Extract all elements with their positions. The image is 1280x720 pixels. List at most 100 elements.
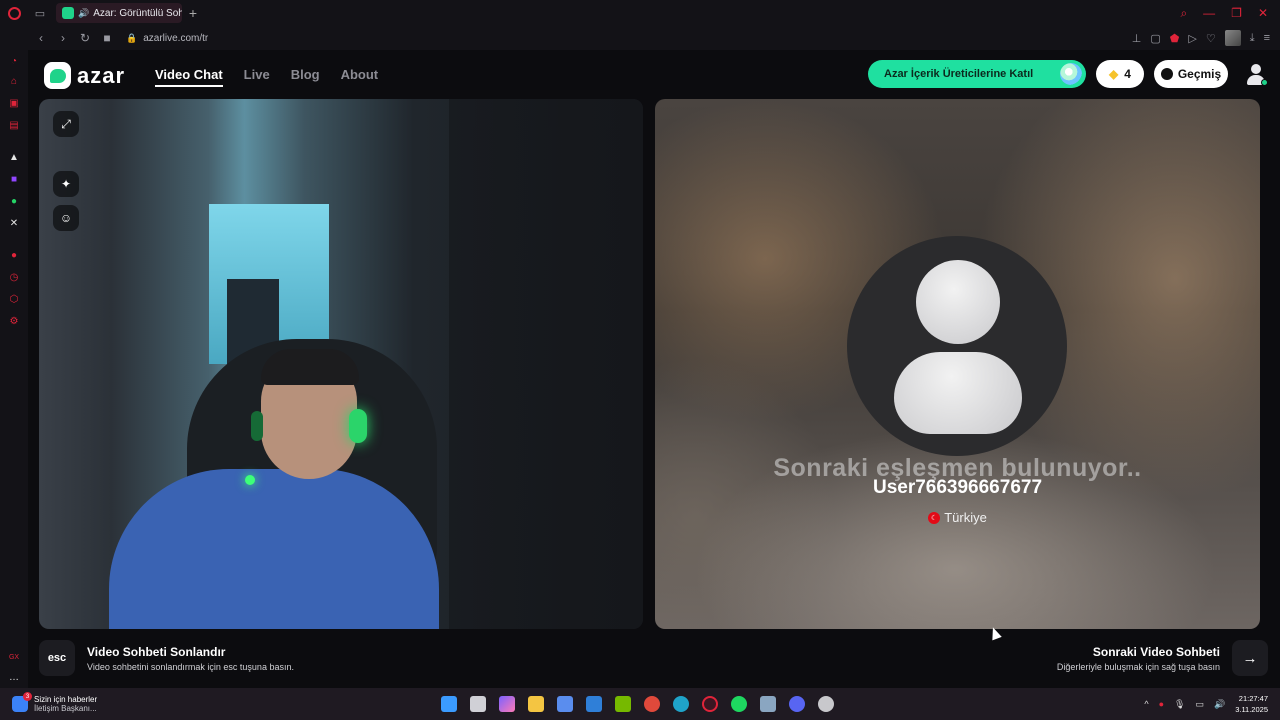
music-icon[interactable]: ● <box>7 248 21 262</box>
nav-about[interactable]: About <box>341 67 379 87</box>
header-actions: Azar İçerik Üreticilerine Katıl ◆ 4 Geçm… <box>868 60 1270 88</box>
nav-blog[interactable]: Blog <box>291 67 320 87</box>
video-scene-curtain <box>449 99 643 629</box>
camera-icon[interactable]: ■ <box>98 31 116 45</box>
new-tab-icon[interactable]: + <box>182 5 204 21</box>
profile-icon[interactable] <box>1242 60 1270 88</box>
main-nav: Video Chat Live Blog About <box>155 67 378 87</box>
nvidia-icon[interactable] <box>615 696 631 712</box>
history-button[interactable]: Geçmiş <box>1154 60 1228 88</box>
reload-icon[interactable]: ↻ <box>76 31 94 45</box>
minimize-icon[interactable]: — <box>1203 6 1215 21</box>
microphone-icon[interactable]: 🎙 <box>1174 699 1185 710</box>
video-scene-hair <box>261 349 359 385</box>
workspace-icon[interactable]: ▭ <box>28 0 52 26</box>
shield-icon[interactable]: ⬟ <box>1170 32 1180 45</box>
logo-text: azar <box>77 62 126 88</box>
play-icon[interactable]: ▷ <box>1188 32 1196 45</box>
browser-profile-icon[interactable] <box>1224 30 1241 46</box>
online-status-dot <box>1261 79 1268 86</box>
expand-icon[interactable]: ⤢ <box>53 111 79 137</box>
snapshot-icon[interactable]: ▢ <box>1150 32 1160 45</box>
opera-gx-icon[interactable] <box>702 696 718 712</box>
steam-icon[interactable] <box>760 696 776 712</box>
pin-icon[interactable]: ⊥ <box>1132 32 1142 45</box>
speaker-icon[interactable]: 🔊 <box>78 8 89 19</box>
news-title: Sizin için haberler <box>34 695 98 704</box>
download-icon[interactable]: ⤓ <box>1250 32 1255 45</box>
taskbar-apps <box>441 696 834 712</box>
bag-icon[interactable]: ⌂ <box>7 74 21 88</box>
discord-icon[interactable] <box>789 696 805 712</box>
opera-logo-icon[interactable] <box>0 0 28 26</box>
local-video: ⤢ ✦ ☺ <box>39 99 643 629</box>
clock-date: 3.11.2025 <box>1235 705 1268 714</box>
news-widget[interactable]: 3 Sizin için haberler İletişim Başkanı..… <box>0 692 200 713</box>
turkey-flag-icon: ☾ <box>928 511 941 524</box>
search-icon[interactable]: ⌕ <box>1180 6 1187 21</box>
sparkle-icon[interactable]: ✦ <box>53 171 79 197</box>
history-label: Geçmiş <box>1177 67 1222 81</box>
aria-icon[interactable]: ▲ <box>7 150 21 164</box>
close-icon[interactable]: ✕ <box>1258 6 1268 21</box>
url-field[interactable]: 🔒 azarlive.com/tr <box>126 33 208 44</box>
browser-tabbar: ▭ 🔊 Azar: Görüntülü Sohbet + ⌕ — ❐ ✕ <box>0 0 1280 26</box>
news-icon[interactable]: ▣ <box>7 96 21 110</box>
azar-favicon-icon <box>62 7 74 19</box>
settings-icon[interactable]: ⚙ <box>7 314 21 328</box>
twitch-icon[interactable]: ■ <box>7 172 21 186</box>
mail-icon[interactable] <box>586 696 602 712</box>
app-icon[interactable] <box>818 696 834 712</box>
end-chat-title: Video Sohbeti Sonlandır <box>87 644 226 659</box>
gems-count: 4 <box>1124 67 1131 81</box>
clock[interactable]: 21:27:47 3.11.2025 <box>1235 693 1268 715</box>
remote-video: Sonraki eşleşmen bulunuyor.. User7663966… <box>655 99 1260 629</box>
nav-video-chat[interactable]: Video Chat <box>155 67 223 87</box>
file-explorer-icon[interactable] <box>528 696 544 712</box>
gem-icon: ◆ <box>1109 67 1119 81</box>
x-icon[interactable]: ✕ <box>7 216 21 230</box>
nav-live[interactable]: Live <box>244 67 270 87</box>
default-avatar-icon <box>847 236 1067 456</box>
gx-icon[interactable]: GX <box>7 650 21 664</box>
gems-button[interactable]: ◆ 4 <box>1096 60 1144 88</box>
esc-key-button[interactable]: esc <box>39 640 75 676</box>
whatsapp-icon[interactable]: ● <box>7 194 21 208</box>
azar-logo-icon <box>44 62 71 89</box>
gx-control-icon[interactable]: ◔ <box>7 54 21 68</box>
copilot-icon[interactable] <box>499 696 515 712</box>
menu-icon[interactable]: ≡ <box>1264 32 1270 44</box>
maximize-icon[interactable]: ❐ <box>1231 6 1242 21</box>
face-icon[interactable]: ☺ <box>53 205 79 231</box>
extensions-icon[interactable]: ⬡ <box>7 292 21 306</box>
back-icon[interactable]: ‹ <box>32 31 50 45</box>
heart-icon[interactable]: ♡ <box>1206 32 1216 45</box>
chevron-up-icon[interactable]: ^ <box>1144 699 1148 709</box>
history-icon[interactable]: ◷ <box>7 270 21 284</box>
start-icon[interactable] <box>441 696 457 712</box>
lock-icon: 🔒 <box>126 32 138 43</box>
remote-country-label: Türkiye <box>944 510 987 525</box>
system-tray: ^ ● 🎙 ▭ 🔊 21:27:47 3.11.2025 <box>1144 693 1280 715</box>
edge-icon[interactable] <box>673 696 689 712</box>
windows-taskbar: 3 Sizin için haberler İletişim Başkanı..… <box>0 688 1280 720</box>
news-subtitle: İletişim Başkanı... <box>34 704 97 713</box>
end-chat-hint: esc Video Sohbeti Sonlandır Video sohbet… <box>39 640 294 676</box>
news-badge: 3 <box>23 692 32 701</box>
chrome-icon[interactable] <box>644 696 660 712</box>
azar-page: azar Video Chat Live Blog About Azar İçe… <box>28 50 1280 688</box>
tray-app-icon[interactable]: ● <box>1159 699 1164 709</box>
store-icon[interactable] <box>557 696 573 712</box>
display-icon[interactable]: ▭ <box>1195 699 1204 710</box>
more-icon[interactable]: … <box>7 670 21 684</box>
end-chat-subtitle: Video sohbetini sonlandırmak için esc tu… <box>87 661 294 672</box>
arrow-right-icon[interactable]: → <box>1232 640 1268 676</box>
browser-tab[interactable]: 🔊 Azar: Görüntülü Sohbet <box>56 3 182 23</box>
task-view-icon[interactable] <box>470 696 486 712</box>
cleaner-icon[interactable]: ▤ <box>7 118 21 132</box>
spotify-icon[interactable] <box>731 696 747 712</box>
azar-logo[interactable]: azar <box>44 62 125 89</box>
creator-join-button[interactable]: Azar İçerik Üreticilerine Katıl <box>868 60 1086 88</box>
forward-icon[interactable]: › <box>54 31 72 45</box>
volume-icon[interactable]: 🔊 <box>1214 699 1225 710</box>
